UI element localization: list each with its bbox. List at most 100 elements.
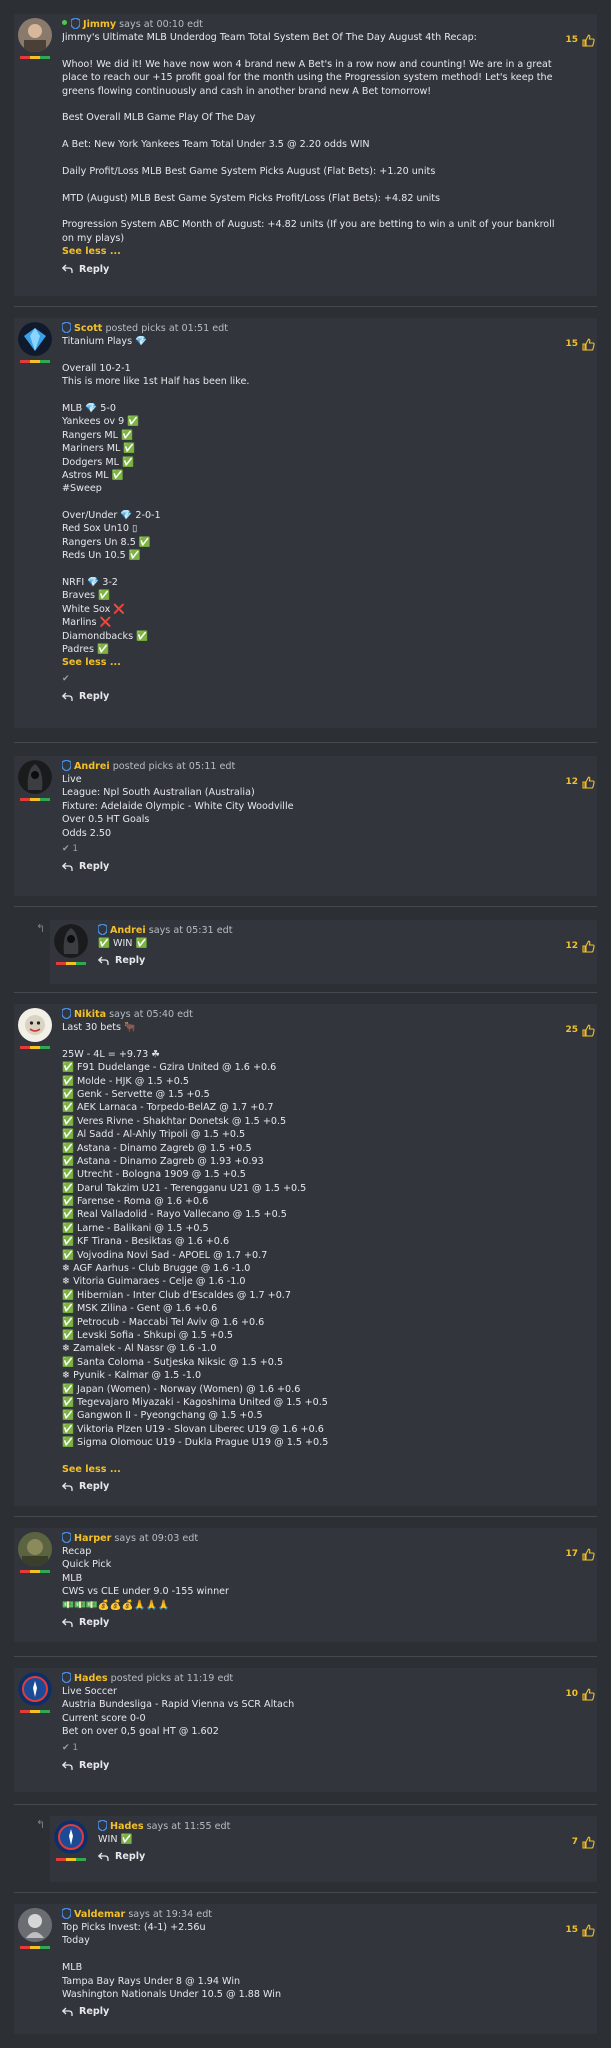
comment-line: Braves ✅ bbox=[62, 590, 110, 602]
reply-button[interactable]: Reply bbox=[62, 1480, 109, 1493]
comment-line: ✅ AEK Larnaca - Torpedo-BelAZ @ 1.7 +0.7 bbox=[62, 1102, 274, 1114]
avatar[interactable] bbox=[18, 1672, 52, 1706]
see-less-link[interactable]: See less ... bbox=[62, 245, 567, 258]
comment-body: Jimmy's Ultimate MLB Underdog Team Total… bbox=[62, 31, 567, 245]
comment-line: Live bbox=[62, 774, 82, 785]
comment-line bbox=[62, 1034, 567, 1047]
comment-line: ✅ Tegevajaro Miyazaki - Kagoshima United… bbox=[62, 1396, 328, 1408]
comment-line: #Sweep bbox=[62, 483, 102, 495]
comment-body: Titanium Plays 💎 Overall 10-2-1 This is … bbox=[62, 335, 567, 656]
comment-line: Progression System ABC Month of August: … bbox=[62, 219, 555, 231]
rank-bar bbox=[56, 962, 86, 965]
avatar[interactable] bbox=[54, 1820, 88, 1854]
comment-body: Recap Quick Pick MLB CWS vs CLE under 9.… bbox=[62, 1545, 567, 1612]
comment-line bbox=[62, 1450, 567, 1463]
reply-label: Reply bbox=[79, 691, 110, 703]
comment-line: ✅ F91 Dudelange - Gzira United @ 1.6 +0.… bbox=[62, 1062, 277, 1074]
like-widget[interactable]: 10 bbox=[565, 1688, 595, 1701]
comment-line: on my plays) bbox=[62, 232, 125, 244]
like-widget[interactable]: 7 bbox=[572, 1836, 595, 1849]
like-widget[interactable]: 15 bbox=[565, 1924, 595, 1937]
reply-label: Reply bbox=[115, 955, 146, 967]
post-meta: posted picks at 05:11 edt bbox=[112, 761, 236, 772]
rank-bar bbox=[20, 360, 50, 363]
reply-button[interactable]: Reply bbox=[62, 690, 109, 703]
username[interactable]: Hades bbox=[74, 1673, 108, 1684]
like-widget[interactable]: 25 bbox=[565, 1024, 595, 1037]
username[interactable]: Nikita bbox=[74, 1009, 106, 1020]
avatar[interactable] bbox=[18, 322, 52, 356]
reply-button[interactable]: Reply bbox=[98, 1850, 145, 1863]
reply-card: ↰ Hades says at 11:55 edt WIN ✅ Reply 7 bbox=[36, 1816, 597, 1882]
comment-header: Hades says at 11:55 edt bbox=[98, 1820, 567, 1833]
post-meta: says at 00:10 edt bbox=[119, 19, 203, 30]
rank-bar bbox=[56, 1858, 86, 1861]
like-widget[interactable]: 12 bbox=[565, 940, 595, 953]
like-widget[interactable]: 15 bbox=[565, 34, 595, 47]
comment-line: This is more like 1st Half has been like… bbox=[62, 376, 250, 388]
username[interactable]: Hades bbox=[110, 1821, 144, 1832]
comment-line: greens flowing continuously and cash in … bbox=[62, 85, 432, 97]
comment-line: ✅ Petrocub - Maccabi Tel Aviv @ 1.6 +0.6 bbox=[62, 1316, 265, 1328]
avatar[interactable] bbox=[18, 760, 52, 794]
comment-line bbox=[62, 348, 567, 361]
comment-line: ✅ Farense - Roma @ 1.6 +0.6 bbox=[62, 1196, 209, 1208]
thumbs-up-icon bbox=[582, 34, 595, 47]
username[interactable]: Scott bbox=[74, 323, 102, 334]
thumbs-up-icon bbox=[582, 338, 595, 351]
comment-line: ✅ Larne - Balikani @ 1.5 +0.5 bbox=[62, 1222, 209, 1234]
comment-card: Andrei posted picks at 05:11 edt Live Le… bbox=[14, 756, 597, 896]
comment-body: Last 30 bets 🐂 25W - 4L = +9.73 ☘ ✅ F91 … bbox=[62, 1021, 567, 1463]
reply-button[interactable]: Reply bbox=[98, 954, 145, 967]
post-meta: says at 19:34 edt bbox=[128, 1909, 213, 1920]
like-widget[interactable]: 15 bbox=[565, 338, 595, 351]
username[interactable]: Jimmy bbox=[83, 19, 116, 30]
comment-line: ✅ WIN ✅ bbox=[98, 938, 148, 949]
reply-label: Reply bbox=[115, 1851, 146, 1863]
username[interactable]: Harper bbox=[74, 1533, 111, 1544]
reply-icon bbox=[62, 1482, 73, 1491]
comment-line: Padres ✅ bbox=[62, 643, 109, 655]
reply-icon bbox=[62, 692, 73, 701]
see-less-link[interactable]: See less ... bbox=[62, 656, 567, 669]
reply-button[interactable]: Reply bbox=[62, 1759, 109, 1772]
comment-line: Overall 10-2-1 bbox=[62, 362, 131, 374]
thumbs-up-icon bbox=[582, 1548, 595, 1561]
reply-button[interactable]: Reply bbox=[62, 2005, 109, 2018]
shield-badge-icon bbox=[62, 322, 71, 333]
comment-line: MLB bbox=[62, 1572, 83, 1584]
divider bbox=[14, 1892, 597, 1893]
rank-bar bbox=[20, 56, 50, 59]
comment-line: Astros ML ✅ bbox=[62, 469, 124, 481]
comment-line: ❄ AGF Aarhus - Club Brugge @ 1.6 -1.0 bbox=[62, 1263, 251, 1275]
like-widget[interactable]: 17 bbox=[565, 1548, 595, 1561]
comment-line: Dodgers ML ✅ bbox=[62, 456, 134, 468]
see-less-link[interactable]: See less ... bbox=[62, 1463, 567, 1476]
comment-line: Titanium Plays 💎 bbox=[62, 336, 148, 347]
divider bbox=[14, 1804, 597, 1805]
comment-line: ✅ Levski Sofia - Shkupi @ 1.5 +0.5 bbox=[62, 1329, 234, 1341]
reply-button[interactable]: Reply bbox=[62, 1616, 109, 1629]
avatar[interactable] bbox=[54, 924, 88, 958]
reply-icon bbox=[62, 862, 73, 872]
post-meta: says at 05:31 edt bbox=[148, 925, 233, 936]
reply-label: Reply bbox=[79, 2006, 110, 2018]
comment-line: ✅ Veres Rivne - Shakhtar Donetsk @ 1.5 +… bbox=[62, 1115, 287, 1127]
thumbs-up-icon bbox=[582, 1688, 595, 1701]
username[interactable]: Andrei bbox=[74, 761, 110, 772]
username[interactable]: Valdemar bbox=[74, 1909, 125, 1920]
comment-line: ✅ MSK Zilina - Gent @ 1.6 +0.6 bbox=[62, 1303, 218, 1315]
reply-icon bbox=[62, 1618, 73, 1627]
avatar[interactable] bbox=[18, 1532, 52, 1566]
comment-line: ✅ Vojvodina Novi Sad - APOEL @ 1.7 +0.7 bbox=[62, 1249, 268, 1261]
username[interactable]: Andrei bbox=[110, 925, 146, 936]
avatar[interactable] bbox=[18, 18, 52, 52]
comment-line bbox=[62, 205, 567, 218]
avatar[interactable] bbox=[18, 1908, 52, 1942]
avatar[interactable] bbox=[18, 1008, 52, 1042]
nested-reply-icon: ↰ bbox=[36, 922, 46, 935]
reply-button[interactable]: Reply bbox=[62, 263, 109, 276]
comment-line: MLB 💎 5-0 bbox=[62, 402, 116, 414]
reply-button[interactable]: Reply bbox=[62, 860, 109, 873]
like-widget[interactable]: 12 bbox=[565, 776, 595, 789]
